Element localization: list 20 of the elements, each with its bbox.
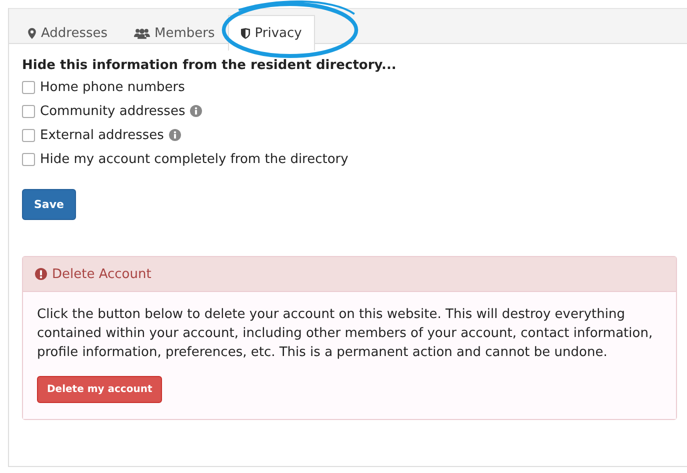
checkbox-label: External addresses (40, 128, 164, 142)
checkbox-label: Home phone numbers (40, 80, 185, 94)
section-heading: Hide this information from the resident directory... (22, 58, 398, 73)
tab[interactable]: Privacy (228, 15, 315, 51)
checkbox[interactable] (22, 104, 35, 118)
warning-text: Click the button below to delete your account on this website. This will destroy everything contained within your account, including other members of your account, contact information, profile information, preferences, etc. This is a permanent action and cannot be undone. (37, 306, 654, 362)
checkbox[interactable] (22, 128, 35, 142)
tab[interactable]: Members (120, 15, 228, 51)
checkbox[interactable] (22, 152, 35, 166)
shield-icon (240, 28, 250, 38)
map-marker-icon (28, 28, 36, 38)
checkbox-label: Community addresses (40, 104, 186, 118)
exclamation-icon (35, 268, 47, 280)
checkbox-label: Hide my account completely from the directory (40, 152, 348, 166)
panel-title: Delete Account (52, 266, 152, 282)
users-icon (134, 28, 150, 38)
delete-account-button[interactable]: Delete my account (37, 376, 162, 403)
tab[interactable]: Addresses (15, 15, 121, 51)
save-button[interactable]: Save (22, 189, 76, 220)
checkbox[interactable] (22, 80, 35, 94)
